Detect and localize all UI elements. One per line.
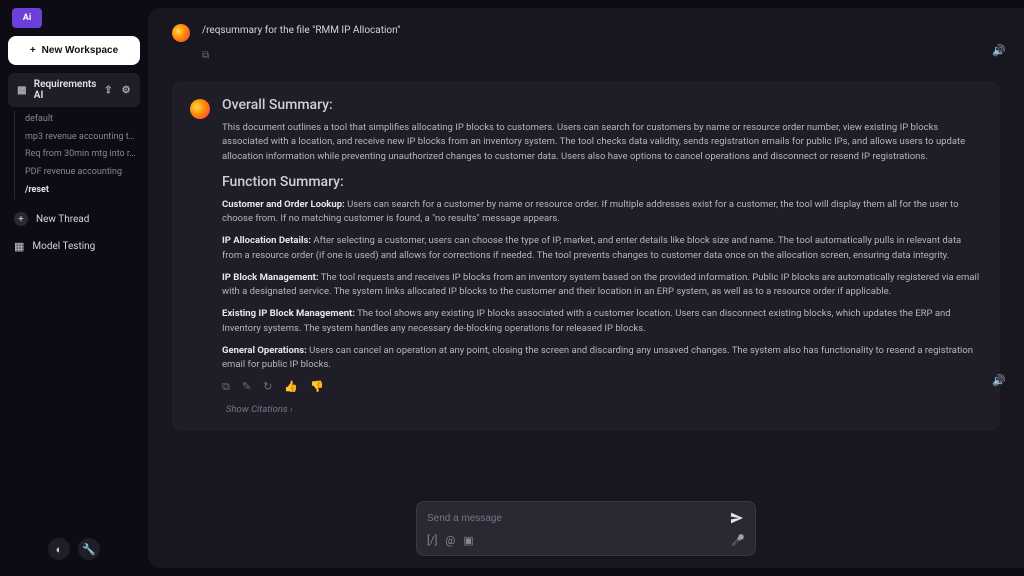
section-title: Customer and Order Lookup: xyxy=(222,199,345,210)
microphone-icon[interactable]: 🎤 xyxy=(731,534,745,547)
query-row: /reqsummary for the file "RMM IP Allocat… xyxy=(172,24,1000,42)
help-icon: ◐ xyxy=(56,543,63,556)
main-panel: /reqsummary for the file "RMM IP Allocat… xyxy=(148,8,1024,568)
function-summary-heading: Function Summary: xyxy=(222,174,982,190)
thumbs-up-icon[interactable]: 👍 xyxy=(284,380,298,394)
section-title: IP Block Management: xyxy=(222,272,319,283)
grid-icon: ▦ xyxy=(16,84,28,96)
dashboard-icon: ▦ xyxy=(14,240,24,253)
send-icon xyxy=(729,510,745,526)
new-thread-button[interactable]: + New Thread xyxy=(8,205,140,233)
slash-command-icon[interactable]: [/] xyxy=(427,534,437,547)
new-thread-label: New Thread xyxy=(36,214,89,225)
app-badge: Ai xyxy=(12,8,42,28)
thumbs-down-icon[interactable]: 👎 xyxy=(310,380,324,394)
response-block: Overall Summary: This document outlines … xyxy=(172,81,1000,431)
copy-icon[interactable]: ⧉ xyxy=(222,380,230,394)
mention-icon[interactable]: @ xyxy=(445,534,455,547)
function-section: General Operations: Users can cancel an … xyxy=(222,344,982,373)
model-testing-label: Model Testing xyxy=(32,241,95,252)
speaker-icon[interactable]: 🔊 xyxy=(992,44,1006,57)
workspace-label: Requirements AI xyxy=(34,79,97,101)
function-section: IP Allocation Details: After selecting a… xyxy=(222,234,982,263)
plus-icon: + xyxy=(30,45,36,56)
overall-summary-text: This document outlines a tool that simpl… xyxy=(222,121,982,164)
send-button[interactable] xyxy=(729,510,745,526)
plus-circle-icon: + xyxy=(14,212,28,226)
help-button[interactable]: ◐ xyxy=(48,538,70,560)
speaker-icon[interactable]: 🔊 xyxy=(992,374,1006,387)
sidebar-item-default[interactable]: default xyxy=(21,111,140,129)
composer: [/] @ ▣ 🎤 xyxy=(416,501,756,556)
gear-icon[interactable]: ⚙ xyxy=(120,84,132,96)
new-workspace-label: New Workspace xyxy=(42,45,119,56)
wrench-icon: 🔧 xyxy=(82,543,96,556)
section-body: Users can cancel an operation at any poi… xyxy=(222,345,973,370)
thread-tree: default mp3 revenue accounting te... Req… xyxy=(14,111,140,199)
section-body: After selecting a customer, users can ch… xyxy=(222,235,961,260)
message-input[interactable] xyxy=(427,513,721,524)
query-text: /reqsummary for the file "RMM IP Allocat… xyxy=(202,24,400,38)
settings-button[interactable]: 🔧 xyxy=(78,538,100,560)
function-section: Existing IP Block Management: The tool s… xyxy=(222,307,982,336)
show-citations-button[interactable]: Show Citations › xyxy=(226,404,982,415)
section-title: Existing IP Block Management: xyxy=(222,308,355,319)
new-workspace-button[interactable]: + New Workspace xyxy=(8,36,140,65)
response-actions: ⧉ ✎ ↻ 👍 👎 xyxy=(222,380,982,394)
attachment-icon[interactable]: ▣ xyxy=(463,534,473,547)
sidebar-item-pdf[interactable]: PDF revenue accounting xyxy=(21,164,140,182)
function-section: Customer and Order Lookup: Users can sea… xyxy=(222,198,982,227)
share-icon[interactable]: ⇪ xyxy=(102,84,114,96)
copy-icon[interactable]: ⧉ xyxy=(202,50,209,61)
sidebar-bottom: ◐ 🔧 xyxy=(8,530,140,568)
assistant-orb-icon xyxy=(172,24,190,42)
sidebar-item-reset[interactable]: /reset xyxy=(21,182,140,200)
section-title: General Operations: xyxy=(222,345,307,356)
sidebar-item-req30[interactable]: Req from 30min mtg into r... xyxy=(21,146,140,164)
section-title: IP Allocation Details: xyxy=(222,235,311,246)
response-content: Overall Summary: This document outlines … xyxy=(222,97,982,415)
workspace-header[interactable]: ▦ Requirements AI ⇪ ⚙ xyxy=(8,73,140,107)
edit-icon[interactable]: ✎ xyxy=(242,380,251,394)
section-body: The tool requests and receives IP blocks… xyxy=(222,272,979,297)
model-testing-button[interactable]: ▦ Model Testing xyxy=(8,233,140,260)
sidebar: Ai + New Workspace ▦ Requirements AI ⇪ ⚙… xyxy=(0,0,148,576)
query-toolbar: ⧉ xyxy=(172,46,1000,61)
conversation-scroll[interactable]: /reqsummary for the file "RMM IP Allocat… xyxy=(148,8,1024,521)
overall-summary-heading: Overall Summary: xyxy=(222,97,982,113)
regenerate-icon[interactable]: ↻ xyxy=(263,380,272,394)
assistant-orb-icon xyxy=(190,99,210,119)
function-section: IP Block Management: The tool requests a… xyxy=(222,271,982,300)
sidebar-item-mp3[interactable]: mp3 revenue accounting te... xyxy=(21,129,140,147)
